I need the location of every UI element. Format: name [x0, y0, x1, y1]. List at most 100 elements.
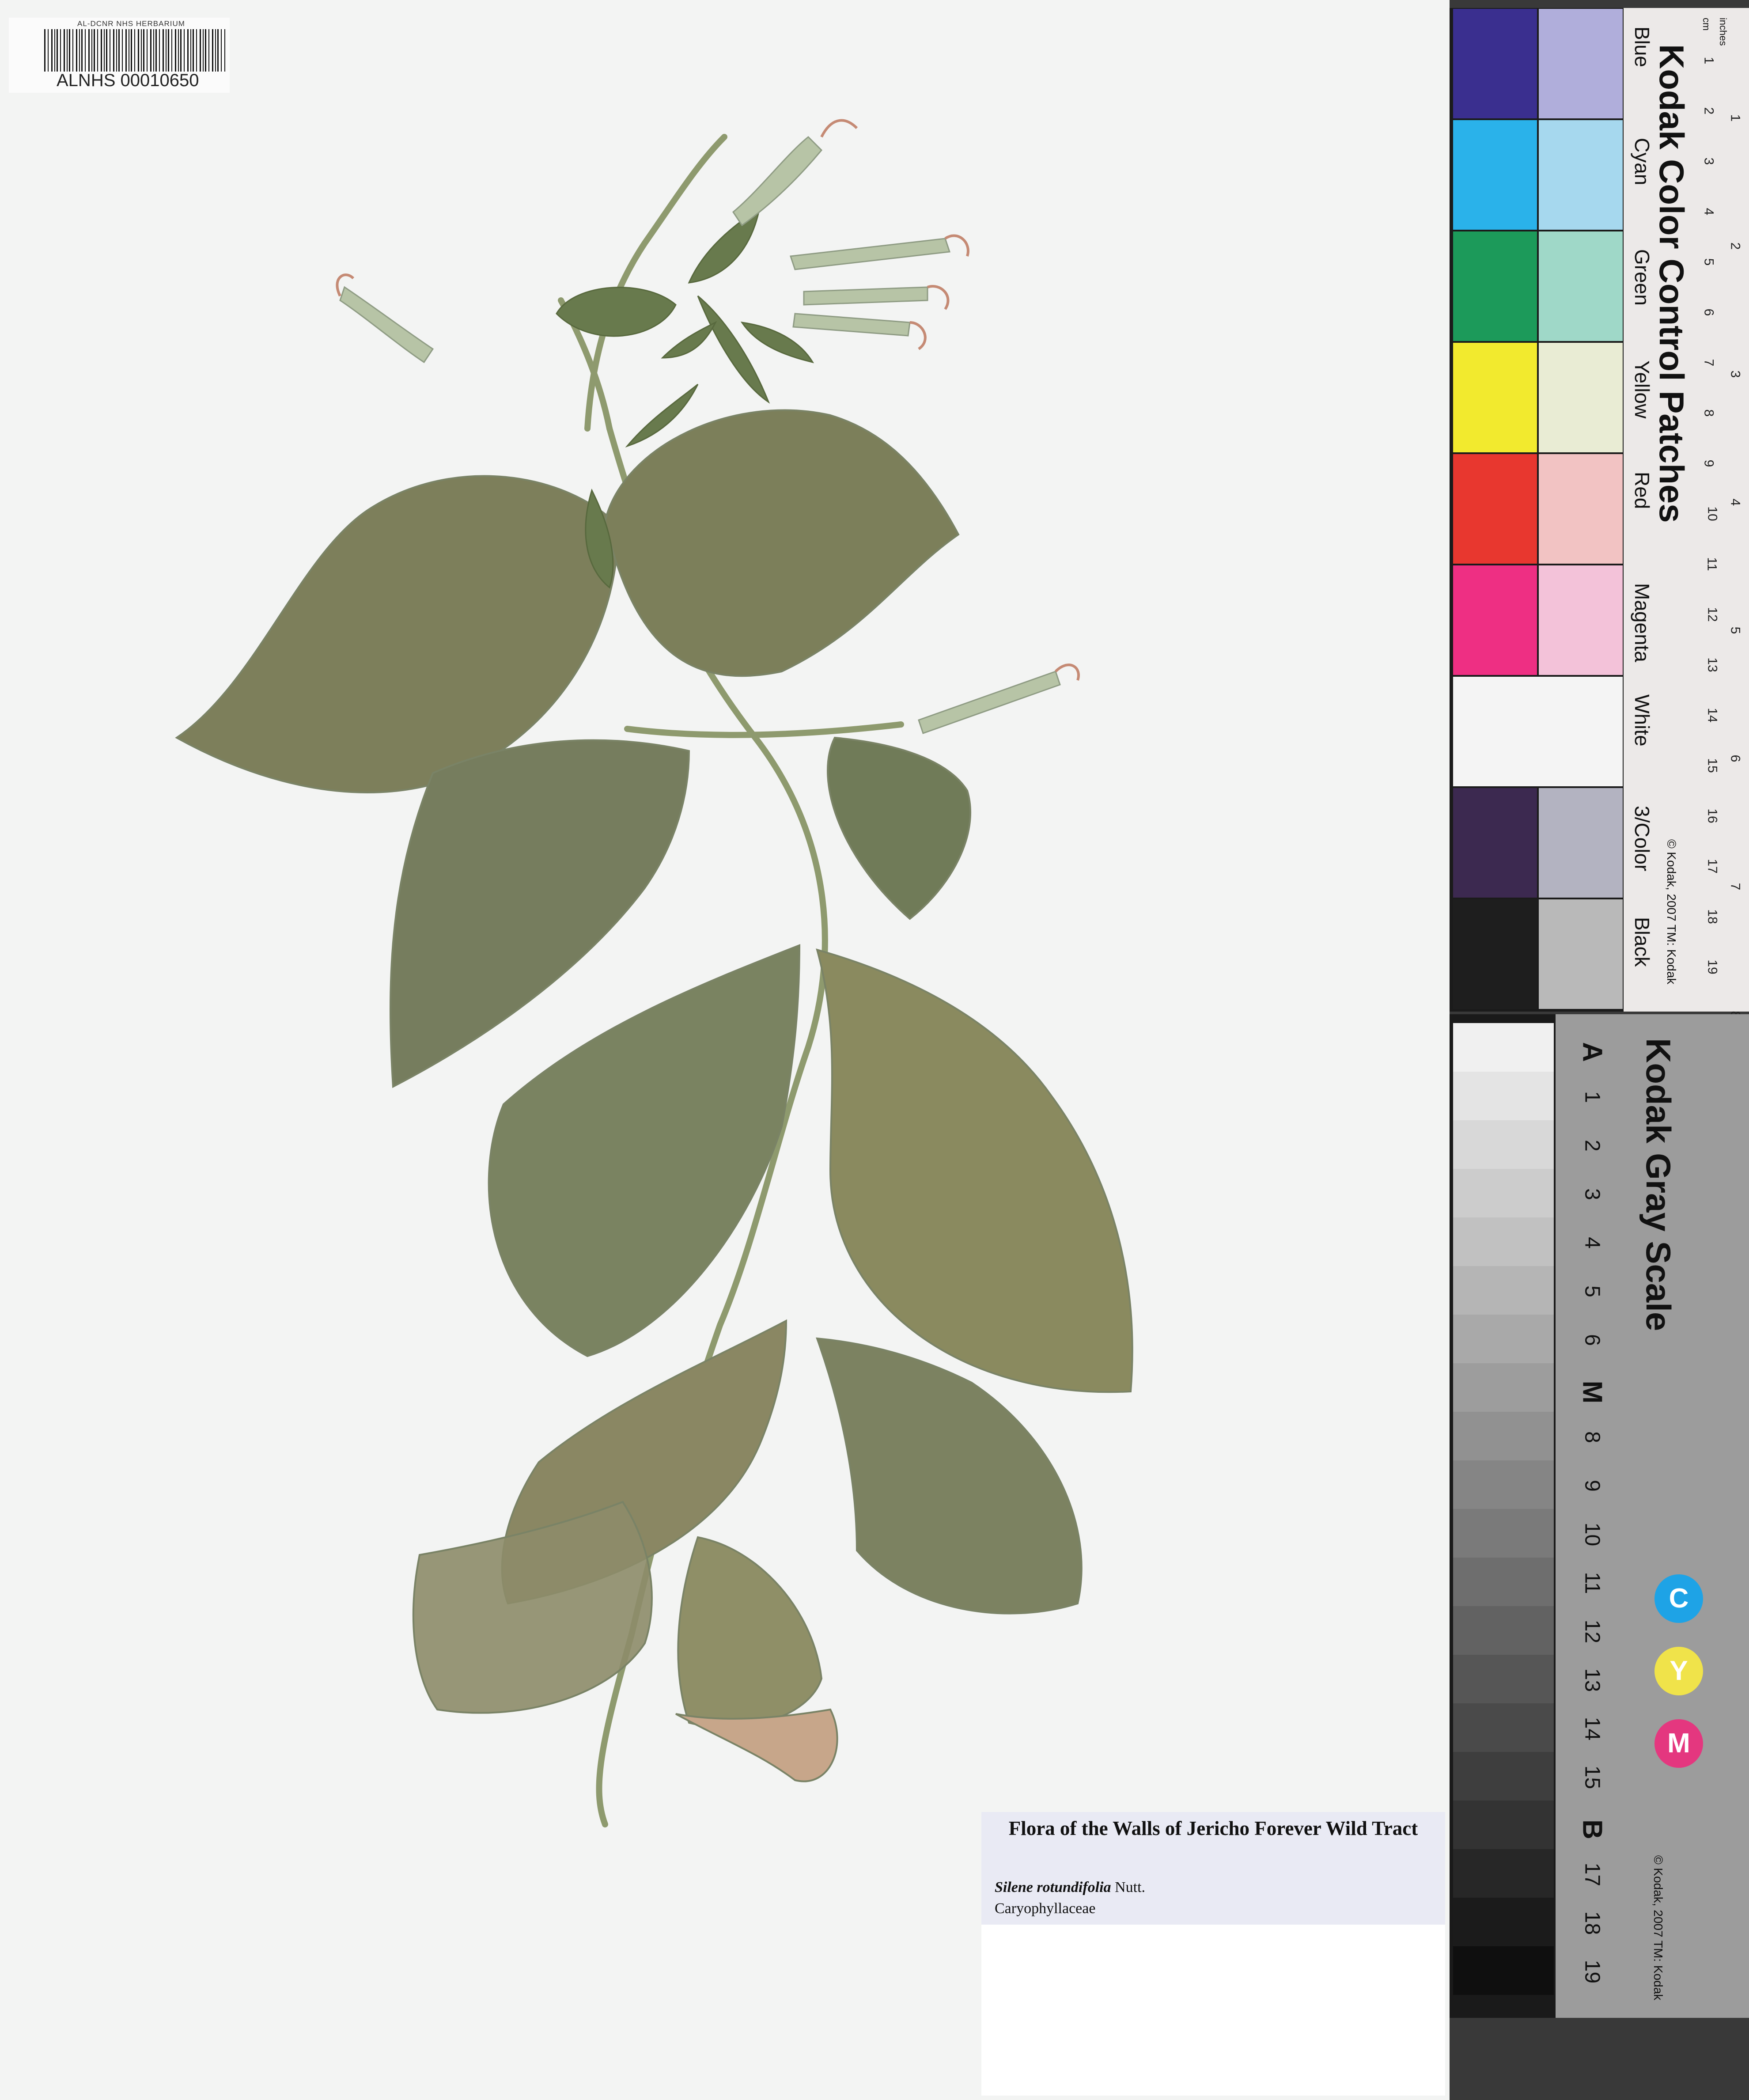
gray-step-label: 12 — [1580, 1619, 1604, 1644]
barcode-bar — [193, 29, 194, 72]
gray-step-label: 1 — [1580, 1091, 1604, 1103]
ruler-inch-label: 2 — [1728, 242, 1743, 250]
color-patch-red — [1453, 454, 1537, 564]
color-patch-black-light — [1539, 899, 1623, 1009]
color-patch-red-light — [1539, 454, 1623, 564]
patch-label: Yellow — [1631, 360, 1654, 419]
barcode-bar — [141, 29, 142, 72]
ruler-inch-label: 7 — [1728, 883, 1743, 891]
patch-label: 3/Color — [1631, 806, 1654, 872]
gray-patch — [1453, 1558, 1554, 1606]
barcode-bar — [69, 29, 70, 72]
ruler-cm-label: 2 — [1701, 107, 1716, 115]
barcode-bar — [54, 29, 55, 72]
barcode-bar — [76, 29, 77, 72]
ruler-cm-label: 7 — [1701, 359, 1716, 367]
ruler-cm-label: 17 — [1705, 859, 1720, 874]
barcode-bar — [224, 29, 225, 72]
barcode-bar — [113, 29, 114, 72]
barcode-bar — [187, 29, 189, 72]
barcode-bar — [104, 29, 105, 72]
ruler-unit-cm: cm — [1701, 18, 1712, 31]
ruler-inch-label: 3 — [1728, 370, 1743, 378]
barcode-bar — [171, 29, 172, 72]
barcode-bar — [48, 29, 49, 72]
label-taxon: Silene rotundifolia Nutt. — [995, 1879, 1145, 1896]
barcode-bar — [116, 29, 117, 72]
barcode-bar — [215, 29, 216, 72]
gray-patch — [1453, 1363, 1554, 1412]
gray-patch — [1453, 1169, 1554, 1217]
color-card-brand: Kodak Color Control Patches — [1652, 44, 1691, 523]
gray-patch — [1453, 1412, 1554, 1460]
gray-step-label: 17 — [1580, 1862, 1604, 1887]
gray-patch — [1453, 1898, 1554, 1946]
ruler-unit-in: inches — [1718, 18, 1729, 46]
color-patch-yellow-light — [1539, 343, 1623, 452]
gray-scale-brand: Kodak Gray Scale — [1639, 1038, 1678, 1331]
gray-patch — [1453, 1023, 1554, 1072]
color-patch-blue — [1453, 9, 1537, 118]
barcode-bar — [159, 29, 160, 72]
ruler-cm-label: 5 — [1701, 258, 1716, 266]
gray-patch — [1453, 1946, 1554, 1995]
color-patch-blue-light — [1539, 9, 1623, 118]
barcode-bar — [196, 29, 197, 72]
gray-patch — [1453, 1801, 1554, 1849]
gray-patch — [1453, 1606, 1554, 1655]
barcode-bar — [131, 29, 132, 72]
leaves — [175, 409, 1133, 1782]
gray-step-label: 19 — [1580, 1960, 1604, 1984]
barcode-bar — [67, 29, 68, 72]
taxon-author: Nutt. — [1115, 1879, 1146, 1895]
barcode-bar — [155, 29, 157, 72]
ruler-inch-label: 6 — [1728, 754, 1743, 762]
barcode-bar — [97, 29, 98, 72]
ruler-cm-label: 6 — [1701, 308, 1716, 316]
barcode-bar — [72, 29, 73, 72]
color-card-copyright: © Kodak, 2007 TM: Kodak — [1665, 839, 1678, 985]
gray-patch — [1453, 1072, 1554, 1120]
ruler-cm-label: 14 — [1705, 708, 1720, 723]
barcode-bar — [85, 29, 86, 72]
gray-step-label: 2 — [1580, 1140, 1604, 1152]
barcode-bar — [60, 29, 61, 72]
barcode-bar — [212, 29, 213, 72]
label-family: Caryophyllaceae — [995, 1900, 1096, 1917]
patch-label: White — [1631, 694, 1654, 747]
barcode-bar — [101, 29, 102, 72]
gray-step-label: 9 — [1580, 1480, 1604, 1492]
barcode-bar — [168, 29, 169, 72]
color-patch-black — [1453, 899, 1537, 1009]
barcode-bar — [138, 29, 139, 72]
barcode-bar — [64, 29, 65, 72]
ruler-inch-label: 4 — [1728, 498, 1743, 506]
color-patch-cyan — [1453, 120, 1537, 230]
color-patch-magenta — [1453, 565, 1537, 675]
collection-label: Flora of the Walls of Jericho Forever Wi… — [981, 1812, 1445, 2096]
barcode-bar — [221, 29, 222, 72]
gray-step-label: M — [1577, 1380, 1608, 1404]
gray-step-label: 4 — [1580, 1237, 1604, 1249]
barcode-bar — [203, 29, 204, 72]
gray-patch — [1453, 1266, 1554, 1315]
color-patch-three-color — [1453, 788, 1537, 898]
barcode-bar — [150, 29, 151, 72]
patch-label: Magenta — [1631, 583, 1654, 663]
barcode-bar — [205, 29, 206, 72]
ruler-cm-label: 19 — [1705, 959, 1720, 974]
barcode-bar — [190, 29, 191, 72]
color-patch-green — [1453, 231, 1537, 341]
color-patch-cyan-light — [1539, 120, 1623, 230]
barcode-bar — [44, 29, 45, 72]
barcode-bar — [200, 29, 201, 72]
cmy-dot-m: M — [1654, 1719, 1703, 1768]
color-patch-yellow — [1453, 343, 1537, 452]
gray-step-label: 13 — [1580, 1668, 1604, 1692]
barcode-bar — [57, 29, 58, 72]
barcode-header: AL-DCNR NHS HERBARIUM — [77, 19, 185, 28]
patch-label: Green — [1631, 249, 1654, 306]
ruler-cm-label: 11 — [1704, 557, 1719, 571]
gray-patch — [1453, 1655, 1554, 1703]
gray-step-label: 14 — [1580, 1717, 1604, 1741]
